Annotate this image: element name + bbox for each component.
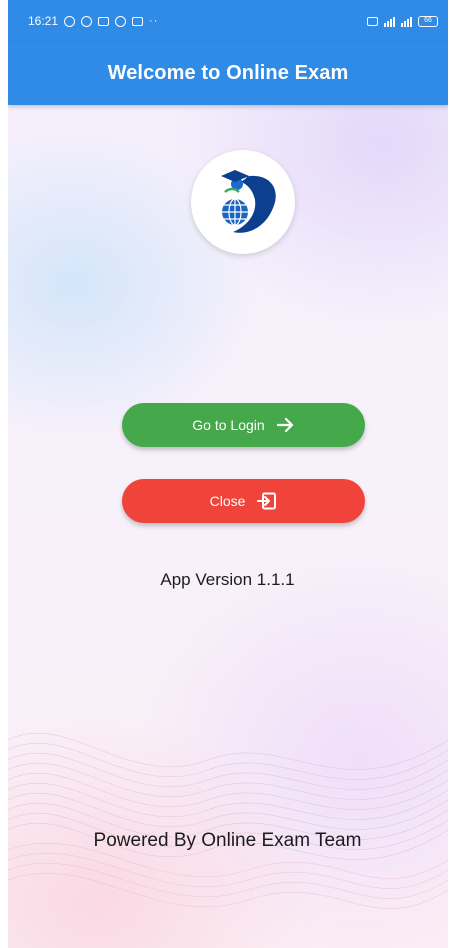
background-waves: [8, 732, 448, 909]
signal-1-icon: [384, 16, 395, 27]
message-status-icon: [98, 16, 110, 26]
signal-2-icon: [401, 16, 412, 27]
more-notifications-icon: ··: [149, 15, 159, 27]
alarm-status-icon: [81, 15, 93, 27]
battery-icon: 66: [418, 15, 438, 27]
arrow-right-icon: [276, 417, 293, 433]
settings-status-icon: [64, 15, 76, 27]
go-to-login-button[interactable]: Go to Login: [122, 403, 365, 447]
exit-icon: [257, 492, 277, 510]
status-time: 16:21: [28, 14, 59, 28]
close-button[interactable]: Close: [122, 479, 365, 523]
app-bar: Welcome to Online Exam: [8, 42, 448, 105]
status-bar: 16:21 ·· 66: [8, 0, 448, 42]
app-screen: 16:21 ·· 66 Welcome to Online Exam Go to…: [8, 0, 448, 948]
go-to-login-label: Go to Login: [192, 417, 265, 433]
graduate-globe-logo-icon: [191, 150, 295, 254]
close-label: Close: [209, 493, 246, 509]
app-title: Welcome to Online Exam: [107, 62, 349, 84]
email-status-icon: [132, 16, 144, 26]
powered-by-footer: Powered By Online Exam Team: [93, 830, 362, 851]
status-right: 66: [367, 15, 438, 27]
app-version-text: App Version 1.1.1: [160, 570, 295, 589]
status-left: 16:21 ··: [28, 14, 158, 28]
app-status-icon: [115, 15, 127, 27]
sim-status-icon: [367, 16, 378, 26]
